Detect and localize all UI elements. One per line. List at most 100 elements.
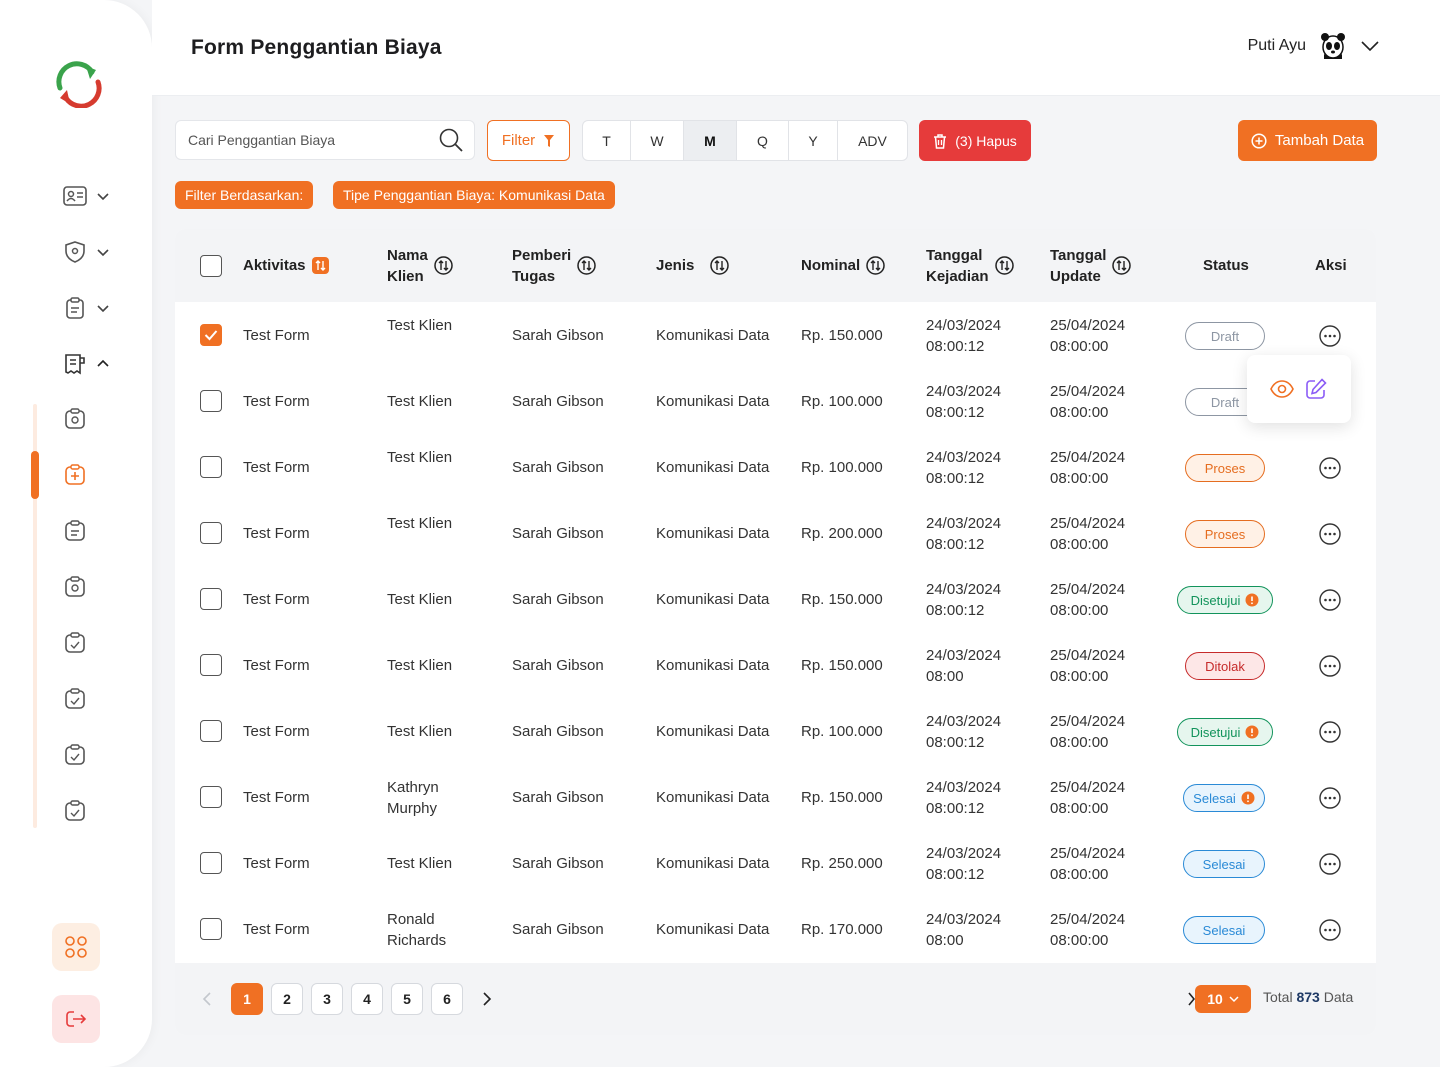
- row-checkbox-cell: [200, 390, 222, 412]
- nav-item-security[interactable]: [62, 240, 110, 264]
- period-option-w[interactable]: W: [631, 121, 684, 160]
- row-checkbox[interactable]: [200, 324, 222, 346]
- page-button[interactable]: 5: [391, 983, 423, 1015]
- col-tanggal-kejadian[interactable]: Tanggal Kejadian: [926, 229, 1014, 302]
- submenu-item-icon[interactable]: [62, 518, 88, 544]
- search-icon[interactable]: [438, 127, 464, 153]
- period-option-m[interactable]: M: [684, 121, 737, 160]
- col-tanggal-update[interactable]: Tanggal Update: [1050, 229, 1132, 302]
- row-checkbox[interactable]: [200, 720, 222, 742]
- eye-icon[interactable]: [1270, 380, 1294, 398]
- status-badge: Selesai: [1183, 916, 1265, 944]
- row-checkbox[interactable]: [200, 852, 222, 874]
- cell-pemberi-tugas: Sarah Gibson: [512, 723, 604, 740]
- col-nominal[interactable]: Nominal: [801, 229, 885, 302]
- col-nama-klien-line1: Nama: [387, 246, 428, 264]
- cell-tanggal-update-date: 25/04/2024: [1050, 515, 1126, 532]
- more-options-icon[interactable]: [1319, 853, 1341, 875]
- shield-icon: [65, 241, 85, 263]
- select-all-cell: [200, 229, 222, 302]
- col-jenis[interactable]: Jenis: [656, 229, 730, 302]
- cell-tanggal-update: 25/04/2024 08:00:00: [1050, 909, 1125, 951]
- chevron-up-icon: [97, 359, 109, 367]
- cell-nominal: Rp. 100.000: [801, 393, 883, 410]
- row-checkbox[interactable]: [200, 522, 222, 544]
- select-all-checkbox[interactable]: [200, 254, 222, 277]
- sort-active-icon[interactable]: [311, 257, 329, 274]
- rows-per-page-select[interactable]: 10: [1195, 985, 1251, 1013]
- row-checkbox[interactable]: [200, 390, 222, 412]
- submenu-item-icon[interactable]: [62, 630, 88, 656]
- col-nominal-label: Nominal: [801, 257, 861, 274]
- status-badge: Draft: [1185, 322, 1265, 350]
- more-options-icon[interactable]: [1319, 325, 1341, 347]
- cell-tanggal-update-time: 08:00:00: [1050, 404, 1109, 421]
- chevron-down-icon: [97, 305, 109, 313]
- page-button[interactable]: 3: [311, 983, 343, 1015]
- status-badge: Proses: [1185, 520, 1265, 548]
- col-pemberi-tugas[interactable]: Pemberi Tugas: [512, 229, 596, 302]
- delete-selected-button[interactable]: (3) Hapus: [919, 120, 1031, 161]
- cell-tanggal-update-date: 25/04/2024: [1050, 383, 1126, 400]
- sort-icon[interactable]: [434, 256, 453, 275]
- more-options-icon[interactable]: [1319, 457, 1341, 479]
- active-filter-chip[interactable]: Tipe Penggantian Biaya: Komunikasi Data: [333, 181, 615, 209]
- page-button[interactable]: 1: [231, 983, 263, 1015]
- sort-icon[interactable]: [994, 256, 1014, 275]
- cell-pemberi-tugas: Sarah Gibson: [512, 459, 604, 476]
- period-option-q[interactable]: Q: [737, 121, 789, 160]
- nav-item-reimbursement[interactable]: [62, 352, 110, 376]
- period-option-t[interactable]: T: [583, 121, 631, 160]
- app-logo[interactable]: [52, 60, 104, 109]
- cell-nominal: Rp. 250.000: [801, 855, 883, 872]
- cell-tanggal-update-time: 08:00:00: [1050, 734, 1109, 751]
- row-checkbox-cell: [200, 918, 222, 940]
- filter-button[interactable]: Filter: [487, 120, 570, 161]
- row-checkbox[interactable]: [200, 588, 222, 610]
- sort-icon[interactable]: [866, 256, 885, 275]
- user-menu[interactable]: Puti Ayu: [1248, 32, 1380, 60]
- page-button[interactable]: 4: [351, 983, 383, 1015]
- cell-jenis: Komunikasi Data: [656, 855, 770, 872]
- sort-icon[interactable]: [577, 256, 596, 275]
- sort-icon[interactable]: [710, 256, 730, 275]
- cell-tanggal-kejadian: 24/03/2024 08:00: [926, 909, 1001, 951]
- status-badge-label: Proses: [1204, 526, 1246, 542]
- submenu-item-active-icon[interactable]: [62, 462, 88, 488]
- row-checkbox[interactable]: [200, 456, 222, 478]
- submenu-item-icon[interactable]: [62, 686, 88, 712]
- next-page-button[interactable]: [477, 989, 497, 1009]
- more-options-icon[interactable]: [1319, 523, 1341, 545]
- search-input[interactable]: [188, 132, 438, 148]
- more-options-icon[interactable]: [1319, 589, 1341, 611]
- more-options-icon[interactable]: [1319, 919, 1341, 941]
- col-pemberi-tugas-label: Pemberi Tugas: [512, 245, 571, 287]
- nav-item-profile[interactable]: [62, 184, 110, 208]
- row-checkbox[interactable]: [200, 654, 222, 676]
- col-aktivitas[interactable]: Aktivitas: [243, 229, 329, 302]
- add-data-button[interactable]: Tambah Data: [1238, 120, 1377, 161]
- submenu-item-icon[interactable]: [62, 798, 88, 824]
- row-checkbox[interactable]: [200, 786, 222, 808]
- prev-page-button[interactable]: [197, 989, 217, 1009]
- submenu-item-icon[interactable]: [62, 574, 88, 600]
- nav-item-tasks[interactable]: [62, 296, 110, 320]
- edit-icon[interactable]: [1304, 377, 1328, 401]
- chevron-down-icon: [1361, 41, 1379, 52]
- page-button[interactable]: 6: [431, 983, 463, 1015]
- logout-button[interactable]: [52, 995, 100, 1043]
- row-checkbox[interactable]: [200, 918, 222, 940]
- submenu-item-icon[interactable]: [62, 742, 88, 768]
- period-option-y[interactable]: Y: [789, 121, 838, 160]
- more-options-icon[interactable]: [1319, 787, 1341, 809]
- col-nama-klien[interactable]: Nama Klien: [387, 229, 453, 302]
- apps-button[interactable]: [52, 923, 100, 971]
- row-checkbox-cell: [200, 852, 222, 874]
- more-options-icon[interactable]: [1319, 721, 1341, 743]
- submenu-item-icon[interactable]: [62, 406, 88, 432]
- row-checkbox-cell: [200, 522, 222, 544]
- sort-icon[interactable]: [1112, 256, 1132, 275]
- period-option-adv[interactable]: ADV: [838, 121, 907, 160]
- page-button[interactable]: 2: [271, 983, 303, 1015]
- more-options-icon[interactable]: [1319, 655, 1341, 677]
